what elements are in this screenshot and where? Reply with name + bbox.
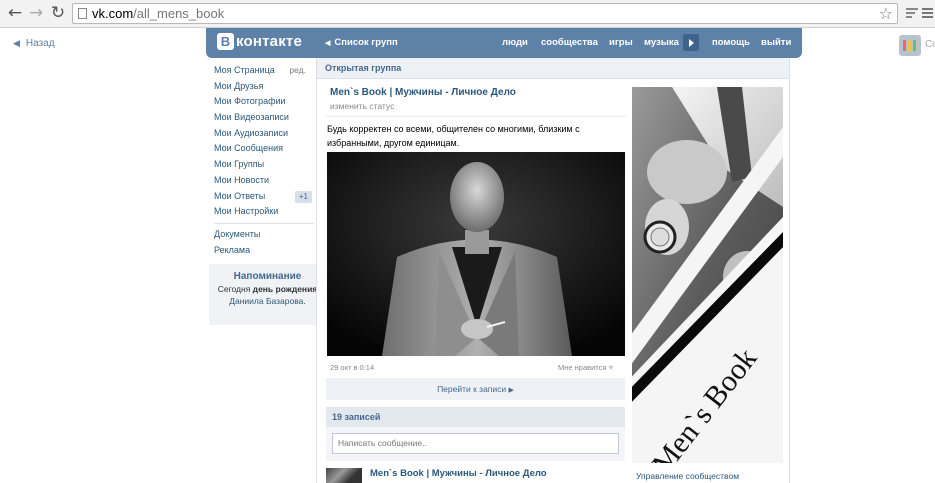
nav-help[interactable]: помощь (712, 37, 750, 48)
sidebar-item-ads[interactable]: Реклама (214, 243, 314, 259)
sidebar-item-friends[interactable]: Мои Друзья (214, 79, 314, 95)
group-type-bar: Открытая группа (317, 58, 789, 79)
menu-icon[interactable] (919, 5, 935, 21)
sidebar-item-label: Мои Фотографии (214, 96, 286, 107)
extension-label: Cc (925, 39, 935, 50)
url-host: vk.com (92, 6, 134, 21)
answers-count-badge: +1 (294, 190, 312, 203)
page-icon (78, 8, 87, 19)
extension-icon[interactable] (899, 35, 921, 56)
groups-list-link[interactable]: ◀ Список групп (325, 37, 398, 48)
sidebar-item-label: Мои Новости (214, 174, 269, 185)
logo-text: контакте (236, 33, 303, 50)
back-label: Назад (25, 38, 55, 49)
groups-list-label: Список групп (334, 37, 398, 48)
post-photo[interactable] (327, 152, 625, 356)
man-portrait-image (327, 152, 625, 356)
forward-arrow-icon[interactable]: → (27, 3, 45, 23)
sidebar-item-label: Мои Группы (214, 159, 265, 170)
sidebar-item-label: Мои Ответы (214, 190, 266, 201)
nav-games[interactable]: игры (609, 37, 633, 48)
chevron-left-icon: ◀ (325, 40, 331, 47)
nav-communities[interactable]: сообщества (541, 37, 598, 48)
edit-link[interactable]: ред. (289, 63, 306, 79)
nav-people[interactable]: люди (502, 37, 528, 48)
vk-logo[interactable]: Вконтакте (217, 33, 302, 50)
sidebar-item-label: Мои Аудиозаписи (214, 127, 288, 138)
sidebar-item-news[interactable]: Мои Новости (214, 173, 314, 189)
sidebar-item-my-page[interactable]: Моя Страница ред. (214, 63, 314, 79)
address-bar[interactable]: vk.com/all_mens_book ☆ (72, 3, 898, 24)
chevron-left-icon: ◀ (13, 38, 20, 48)
cover-artwork: Men`s Book (632, 87, 783, 463)
reminder-title: Напоминание (233, 271, 302, 282)
sidebar-item-label: Мои Настройки (214, 206, 279, 217)
sidebar-divider (214, 222, 314, 224)
sidebar-item-videos[interactable]: Мои Видеозаписи (214, 110, 314, 126)
goto-post-label: Перейти к записи (437, 384, 507, 394)
wall-input-area: Написать сообщение.. (326, 427, 625, 461)
sidebar-item-label: Мои Друзья (214, 80, 264, 91)
address-url[interactable]: vk.com/all_mens_book (92, 6, 224, 21)
like-button[interactable]: Мне нравится ♥ (558, 363, 613, 372)
nav-music[interactable]: музыка (644, 37, 679, 48)
sidebar-item-answers[interactable]: Мои Ответы +1 (214, 189, 314, 205)
group-page: Открытая группа Men`s Book | Мужчины - Л… (316, 58, 790, 483)
sidebar-item-messages[interactable]: Мои Сообщения (214, 141, 314, 157)
back-arrow-icon[interactable]: ← (6, 3, 24, 23)
url-path: /all_mens_book (133, 6, 225, 21)
reload-icon[interactable]: ↻ (49, 3, 67, 23)
chevron-right-icon: ▶ (508, 387, 514, 394)
reminder-text-before: Сегодня (217, 284, 253, 294)
reminder-text: Сегодня день рождения Даниила Базарова. (209, 284, 326, 307)
sidebar-item-settings[interactable]: Мои Настройки (214, 204, 314, 220)
reader-list-icon[interactable] (904, 5, 920, 21)
wall-count-bar[interactable]: 19 записей (326, 407, 625, 427)
reminder-text-after: . (303, 295, 306, 306)
wall-post-author[interactable]: Men`s Book | Мужчины - Личное Дело (370, 468, 547, 479)
wall-message-input[interactable]: Написать сообщение.. (332, 433, 619, 454)
group-name: Men`s Book | Мужчины - Личное Дело (330, 87, 516, 98)
sidebar-item-photos[interactable]: Мои Фотографии (214, 94, 314, 110)
sidebar-item-audio[interactable]: Мои Аудиозаписи (214, 126, 314, 142)
sidebar-item-label: Мои Сообщения (214, 143, 283, 154)
back-link[interactable]: ◀ Назад (13, 38, 55, 49)
reminder-text-bold: день рождения (252, 284, 318, 294)
browser-toolbar: ← → ↻ vk.com/all_mens_book ☆ (0, 0, 935, 28)
like-label: Мне нравится (558, 363, 607, 372)
sidebar-item-label: Реклама (214, 244, 251, 255)
nav-logout[interactable]: выйти (761, 37, 791, 48)
reminder-friend-link[interactable]: Даниила Базарова (229, 296, 303, 306)
group-status[interactable]: изменить статус (330, 101, 394, 111)
vk-header: Вконтакте ◀ Список групп люди сообщества … (206, 28, 802, 58)
bookmark-star-icon[interactable]: ☆ (879, 4, 893, 23)
wall-post-avatar[interactable] (326, 468, 362, 483)
sidebar-item-label: Мои Видеозаписи (214, 112, 289, 123)
birthday-reminder: Напоминание Сегодня день рождения Даниил… (209, 264, 326, 325)
group-cover-image[interactable]: Men`s Book (632, 87, 783, 463)
sidebar-item-label: Моя Страница (214, 65, 275, 75)
heart-icon: ♥ (608, 363, 614, 372)
goto-post-button[interactable]: Перейти к записи ▶ (326, 378, 625, 400)
sidebar-menu: Моя Страница ред. Мои Друзья Мои Фотограф… (214, 63, 314, 258)
group-description: Будь корректен со всеми, общителен со мн… (327, 124, 580, 148)
sidebar-item-groups[interactable]: Мои Группы (214, 157, 314, 173)
sidebar-item-documents[interactable]: Документы (214, 227, 314, 243)
manage-community-link[interactable]: Управление сообществом (636, 471, 739, 481)
sidebar-item-label: Документы (214, 228, 261, 239)
post-date[interactable]: 29 окт в 0:14 (330, 363, 374, 372)
logo-badge: В (217, 33, 234, 50)
description-divider (326, 116, 626, 117)
play-icon[interactable] (683, 34, 699, 51)
